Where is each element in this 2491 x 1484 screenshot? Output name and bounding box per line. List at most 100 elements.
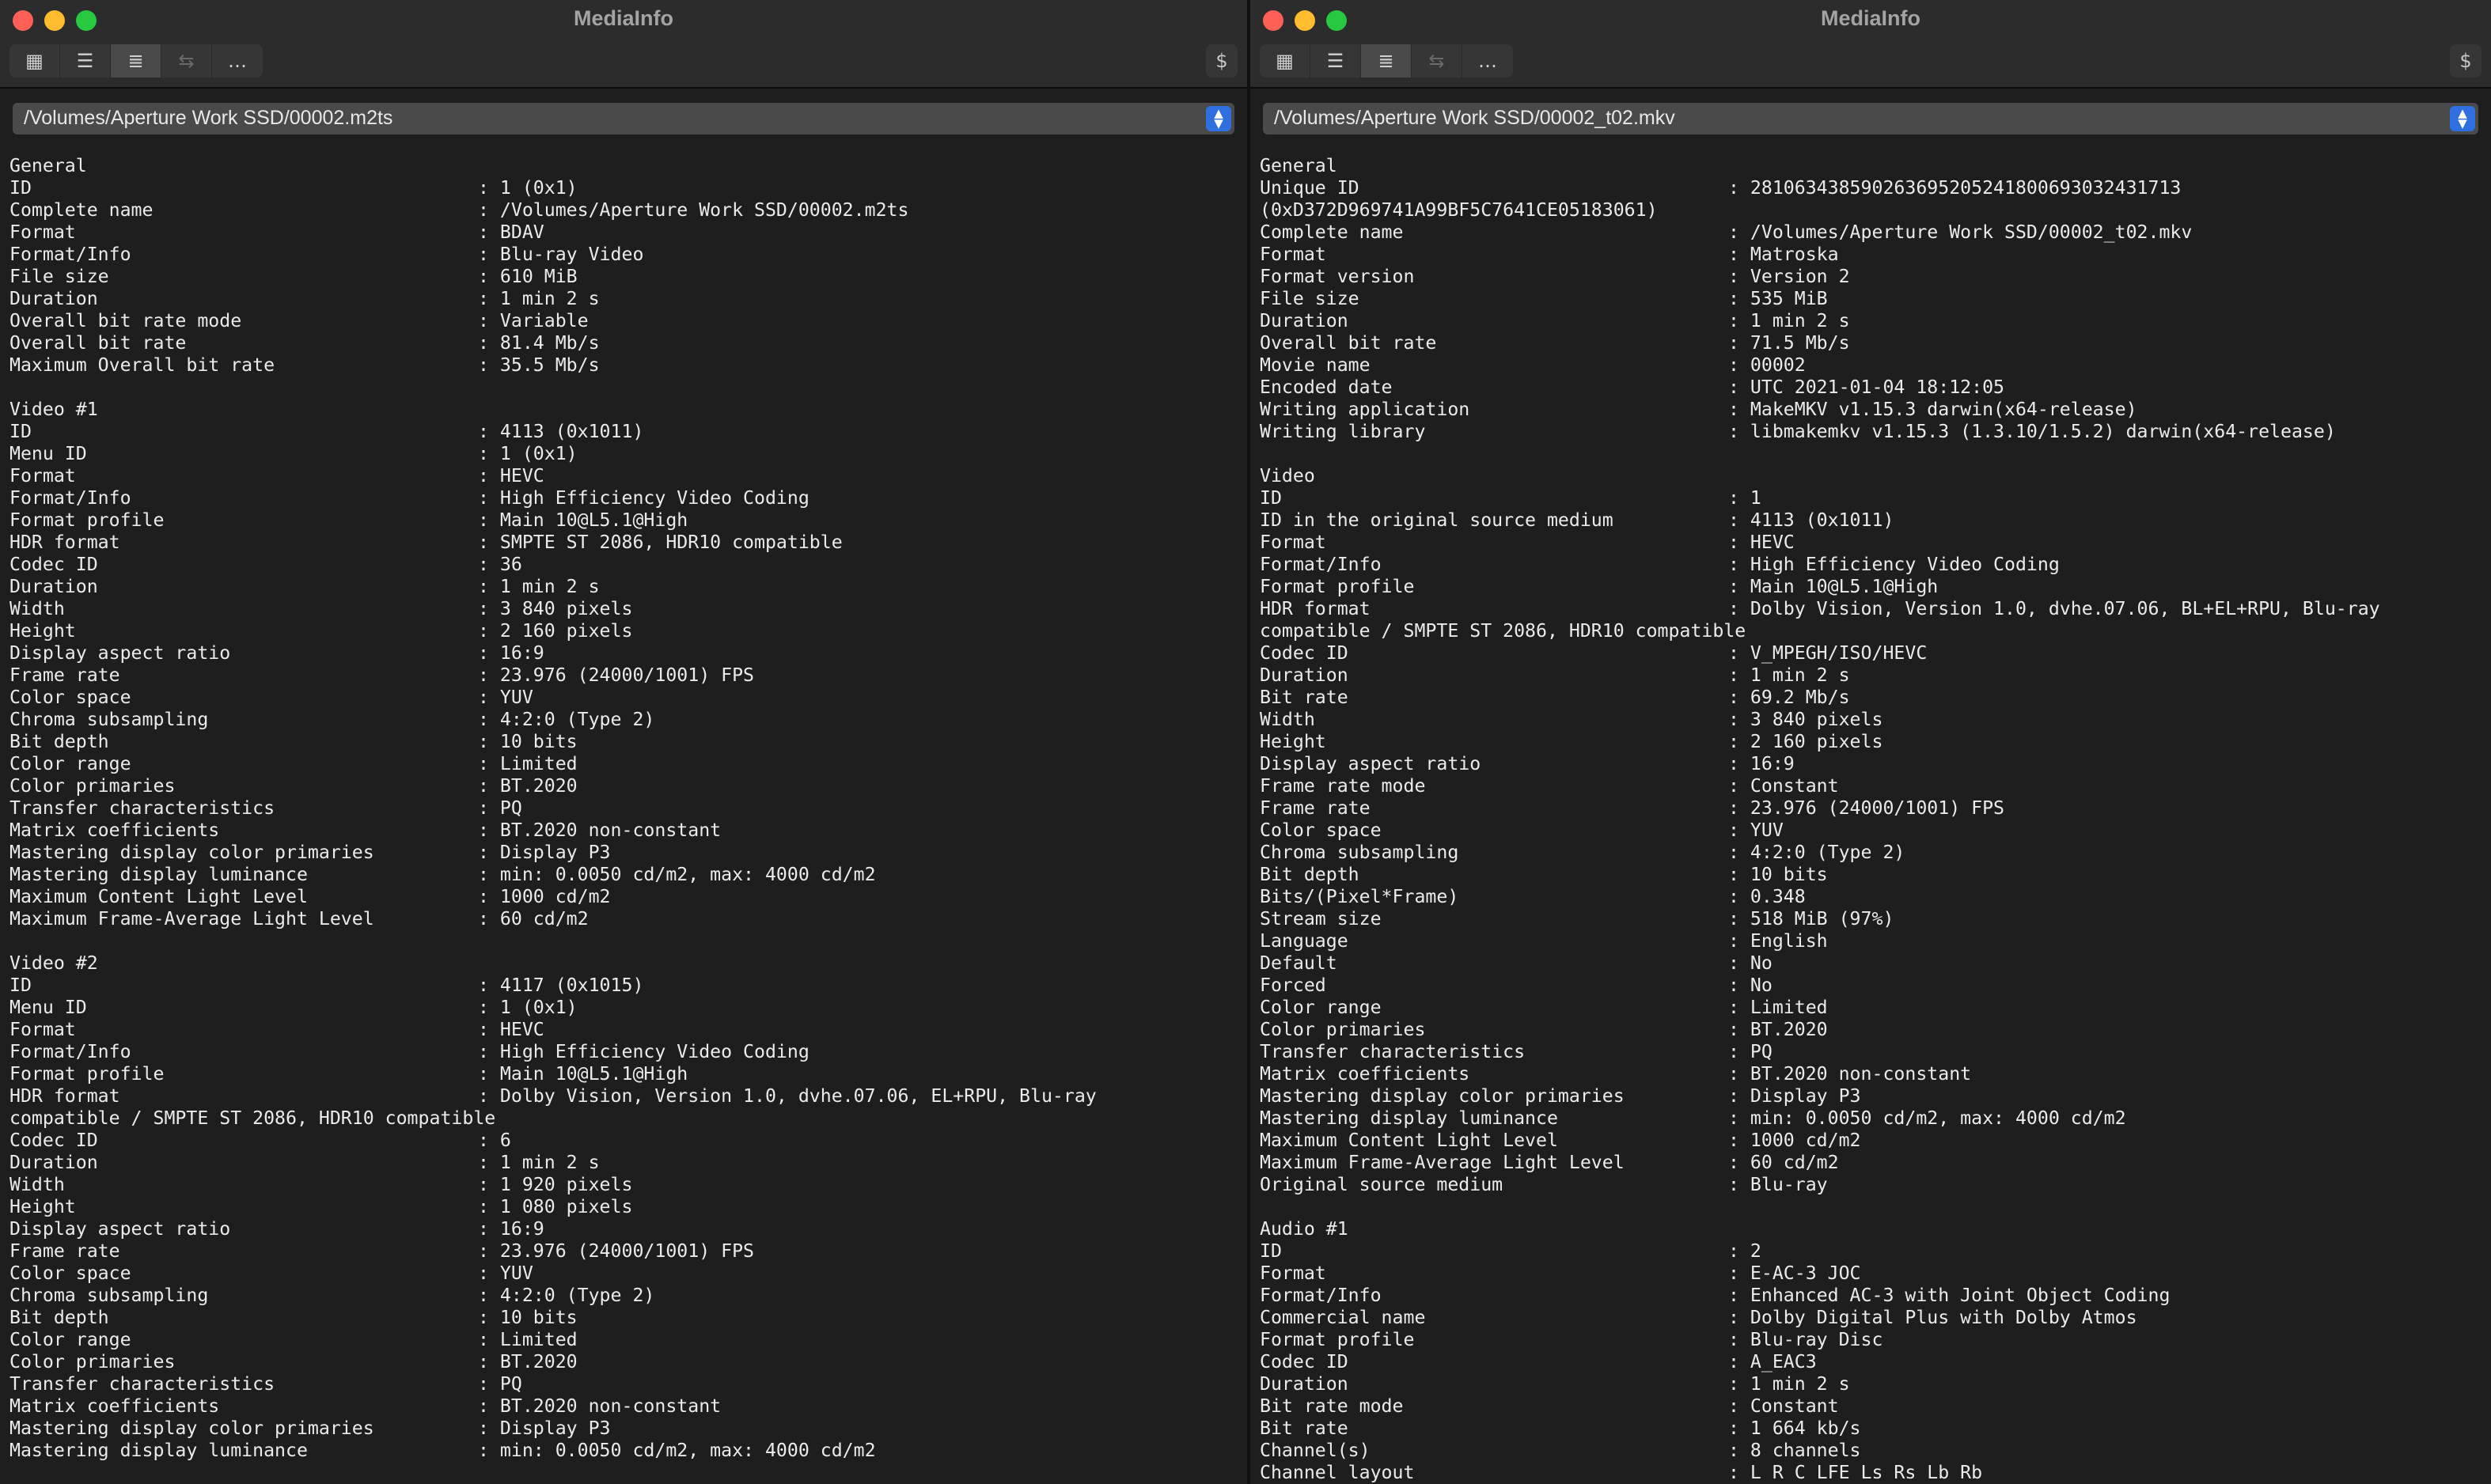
- popup-chevron-icon: ▲ ▼: [1206, 106, 1231, 131]
- info-row: Format: HEVC: [9, 465, 1247, 487]
- export-button[interactable]: $: [1206, 44, 1238, 78]
- info-value: BT.2020 non-constant: [1750, 1063, 1972, 1085]
- info-key: Matrix coefficients: [9, 1395, 220, 1417]
- section-line: Video: [1260, 465, 2491, 487]
- separator: :: [1728, 487, 1750, 509]
- info-row: Format profile: Main 10@L5.1@High: [1260, 576, 2491, 598]
- separator: :: [478, 244, 500, 265]
- info-value: Constant: [1750, 1395, 1839, 1417]
- info-row: Duration: 1 min 2 s: [1260, 1373, 2491, 1395]
- separator: :: [1728, 1019, 1750, 1040]
- info-row: Maximum Overall bit rate: 35.5 Mb/s: [9, 354, 1247, 377]
- info-value: Display P3: [1750, 1085, 1861, 1107]
- info-key: Complete name: [9, 199, 154, 221]
- separator: :: [478, 664, 500, 686]
- info-key: Original source medium: [1260, 1174, 1503, 1195]
- view-grid-button[interactable]: ▦: [9, 44, 60, 78]
- separator: :: [1728, 731, 1750, 752]
- more-button[interactable]: …: [212, 44, 263, 78]
- info-value: YUV: [499, 687, 533, 708]
- info-key: General: [1260, 155, 1337, 176]
- info-row: Format/Info: High Efficiency Video Codin…: [1260, 554, 2491, 576]
- info-key: Encoded date: [1260, 377, 1393, 398]
- info-key: Format: [1260, 532, 1326, 553]
- info-value: 10 bits: [499, 731, 578, 752]
- info-value: 10 bits: [499, 1307, 578, 1328]
- compare-arrows-icon: ⇆: [178, 50, 195, 72]
- separator: :: [1728, 709, 1750, 730]
- info-value: HEVC: [499, 1019, 544, 1040]
- separator: :: [1728, 930, 1750, 952]
- tree-list-icon: ☰: [76, 50, 94, 72]
- info-key: Color space: [9, 1263, 131, 1284]
- separator: :: [478, 1329, 500, 1350]
- view-tree-button[interactable]: ☰: [1310, 44, 1361, 78]
- info-row: Encoded date: UTC 2021-01-04 18:12:05: [1260, 377, 2491, 399]
- separator: :: [478, 1218, 500, 1240]
- separator: :: [478, 576, 500, 597]
- info-value: 16:9: [499, 1218, 544, 1240]
- info-row: Unique ID: 28106343859026369520524180069…: [1260, 177, 2491, 199]
- section-line: General: [1260, 155, 2491, 177]
- info-row: HDR format: Dolby Vision, Version 1.0, d…: [9, 1085, 1247, 1107]
- info-key: Chroma subsampling: [9, 709, 209, 730]
- info-row: Forced: No: [1260, 975, 2491, 997]
- export-button[interactable]: $: [2450, 44, 2482, 78]
- separator: :: [478, 332, 500, 354]
- view-tree-button[interactable]: ☰: [60, 44, 111, 78]
- info-value: High Efficiency Video Coding: [499, 1041, 809, 1062]
- separator: :: [478, 177, 500, 199]
- info-key: Matrix coefficients: [9, 820, 220, 841]
- view-compare-button[interactable]: ⇆: [161, 44, 212, 78]
- info-value: UTC 2021-01-04 18:12:05: [1750, 377, 2005, 398]
- info-value: Limited: [499, 753, 578, 774]
- separator: :: [1728, 1329, 1750, 1350]
- info-key: HDR format: [1260, 598, 1371, 619]
- view-grid-button[interactable]: ▦: [1260, 44, 1310, 78]
- info-key: Duration: [1260, 310, 1348, 331]
- info-key: Forced: [1260, 975, 1326, 996]
- info-key: Frame rate: [1260, 797, 1371, 819]
- info-key: Mastering display luminance: [9, 1440, 308, 1461]
- separator: :: [1728, 177, 1750, 199]
- separator: :: [478, 554, 500, 575]
- mediainfo-window-right: MediaInfo ▦ ☰ ≣ ⇆ … $ /Volumes/Aperture Work…: [1250, 0, 2491, 1484]
- info-row: Duration: 1 min 2 s: [1260, 664, 2491, 687]
- info-row: Bit depth: 10 bits: [9, 1307, 1247, 1329]
- info-row: Width: 1 920 pixels: [9, 1174, 1247, 1196]
- info-value: PQ: [499, 797, 522, 819]
- info-row: Mastering display luminance: min: 0.0050…: [9, 1440, 1247, 1462]
- file-path-popup[interactable]: /Volumes/Aperture Work SSD/00002.m2ts ▲ ▼: [13, 103, 1234, 134]
- file-path-popup[interactable]: /Volumes/Aperture Work SSD/00002_t02.mkv…: [1263, 103, 2478, 134]
- info-value: Blu-ray: [1750, 1174, 1828, 1195]
- info-key: Mastering display luminance: [9, 864, 308, 885]
- separator: :: [1728, 244, 1750, 265]
- view-compare-button[interactable]: ⇆: [1412, 44, 1462, 78]
- info-value: YUV: [499, 1263, 533, 1284]
- info-value: 35.5 Mb/s: [499, 354, 600, 376]
- info-value: 8 channels: [1750, 1440, 1861, 1461]
- separator: :: [1728, 797, 1750, 819]
- separator: :: [478, 797, 500, 819]
- popup-chevron-icon: ▲ ▼: [2450, 106, 2475, 131]
- info-key: Format/Info: [9, 1041, 131, 1062]
- view-text-button[interactable]: ≣: [1361, 44, 1412, 78]
- titlebar: MediaInfo ▦ ☰ ≣ ⇆ … $: [1250, 0, 2491, 89]
- info-row: Bits/(Pixel*Frame): 0.348: [1260, 886, 2491, 908]
- info-value: PQ: [499, 1373, 522, 1395]
- info-value: 1 (0x1): [499, 177, 578, 199]
- info-row: Frame rate: 23.976 (24000/1001) FPS: [9, 1240, 1247, 1263]
- info-key: Stream size: [1260, 908, 1382, 929]
- more-button[interactable]: …: [1462, 44, 1513, 78]
- separator: :: [1728, 377, 1750, 398]
- info-key: Frame rate: [9, 664, 120, 686]
- info-row: Complete name: /Volumes/Aperture Work SS…: [9, 199, 1247, 221]
- info-row: ID in the original source medium: 4113 (…: [1260, 509, 2491, 532]
- separator: :: [1728, 753, 1750, 774]
- info-row: Mastering display color primaries: Displ…: [1260, 1085, 2491, 1107]
- info-value: BDAV: [499, 221, 544, 243]
- info-key: Color primaries: [9, 775, 176, 797]
- view-text-button[interactable]: ≣: [111, 44, 161, 78]
- info-key: Format profile: [9, 1063, 165, 1085]
